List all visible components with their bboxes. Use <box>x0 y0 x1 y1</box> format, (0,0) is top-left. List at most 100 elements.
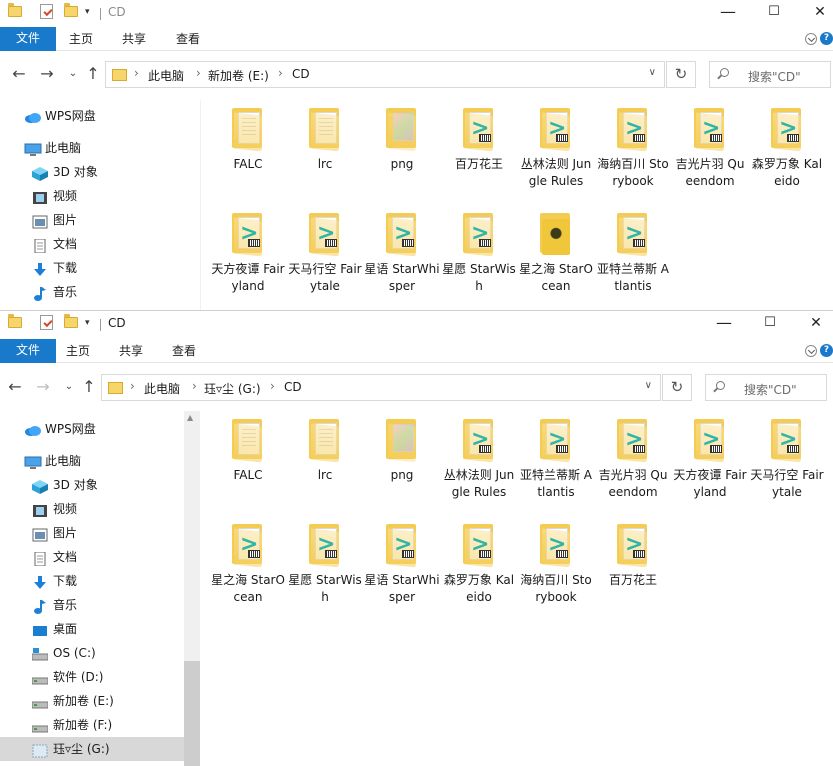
breadcrumb-drive[interactable]: 新加卷 (E:) <box>208 67 269 84</box>
list-item[interactable]: > 星之海 StarOcean <box>210 524 286 606</box>
forward-button[interactable]: → <box>34 377 52 397</box>
list-item[interactable]: png <box>364 419 440 484</box>
new-folder-icon[interactable] <box>64 314 78 328</box>
tab-home[interactable]: 主页 <box>69 27 93 51</box>
new-folder-icon[interactable] <box>64 3 78 17</box>
refresh-button[interactable]: ↻ <box>662 374 692 401</box>
list-item[interactable]: > 星愿 StarWish <box>441 213 517 295</box>
minimize-button[interactable]: — <box>705 0 751 25</box>
list-item[interactable]: > 星语 StarWhisper <box>364 213 440 295</box>
scrollbar-thumb[interactable] <box>184 661 200 766</box>
tab-home[interactable]: 主页 <box>66 339 90 363</box>
up-button[interactable]: ↑ <box>80 377 98 397</box>
recent-locations-icon[interactable]: ⌄ <box>60 377 78 397</box>
recent-locations-icon[interactable]: ⌄ <box>64 64 82 84</box>
list-item[interactable]: lrc <box>287 108 363 173</box>
sidebar-item-2[interactable]: 3D 对象 <box>0 473 184 497</box>
maximize-button[interactable]: ☐ <box>747 311 793 336</box>
chevron-down-icon[interactable]: ∨ <box>645 380 652 391</box>
list-item[interactable]: > 亚特兰蒂斯 Atlantis <box>595 213 671 295</box>
sidebar-item-9[interactable]: OS (C:) <box>0 641 184 665</box>
help-icon[interactable]: ? <box>820 32 833 45</box>
sidebar-item-3[interactable]: 视频 <box>0 184 184 208</box>
sidebar-item-5[interactable]: 文档 <box>0 545 184 569</box>
scroll-up-icon[interactable]: ▲ <box>187 413 193 422</box>
tab-share[interactable]: 共享 <box>119 339 143 363</box>
list-item[interactable]: > 天方夜谭 Fairyland <box>672 419 748 501</box>
back-button[interactable]: ← <box>6 377 24 397</box>
sidebar-item-3[interactable]: 视频 <box>0 497 184 521</box>
close-button[interactable]: ✕ <box>797 0 833 25</box>
sidebar-item-12[interactable]: 新加卷 (F:) <box>0 713 184 737</box>
sidebar-item-0[interactable]: WPS网盘 <box>0 417 184 441</box>
sidebar-item-8[interactable]: 桌面 <box>0 617 184 641</box>
address-bar[interactable]: › 此电脑 › 珏▿尘 (G:) › CD ∨ <box>101 374 661 401</box>
list-item[interactable]: 星之海 StarOcean <box>518 213 594 295</box>
list-item[interactable]: > 天马行空 Fairytale <box>287 213 363 295</box>
folder-icon: > <box>615 213 651 257</box>
list-item[interactable]: > 丛林法则 Jungle Rules <box>518 108 594 190</box>
ribbon-expand-icon[interactable] <box>805 345 817 357</box>
breadcrumb-this-pc[interactable]: 此电脑 <box>148 67 184 84</box>
tab-share[interactable]: 共享 <box>122 27 146 51</box>
list-item[interactable]: > 星语 StarWhisper <box>364 524 440 606</box>
list-item[interactable]: > 天马行空 Fairytale <box>749 419 825 501</box>
sidebar-item-1[interactable]: 此电脑 <box>0 136 184 160</box>
sidebar-item-6[interactable]: 下载 <box>0 569 184 593</box>
back-button[interactable]: ← <box>10 64 28 84</box>
up-button[interactable]: ↑ <box>84 64 102 84</box>
sidebar-item-11[interactable]: 新加卷 (E:) <box>0 689 184 713</box>
list-item[interactable]: > 森罗万象 Kaleido <box>441 524 517 606</box>
list-item[interactable]: > 海纳百川 Storybook <box>595 108 671 190</box>
chevron-down-icon[interactable]: ∨ <box>649 67 656 78</box>
sidebar-item-7[interactable]: 音乐 <box>0 593 184 617</box>
list-item[interactable]: lrc <box>287 419 363 484</box>
breadcrumb-this-pc[interactable]: 此电脑 <box>144 380 180 397</box>
sidebar-item-4[interactable]: 图片 <box>0 521 184 545</box>
list-item[interactable]: > 吉光片羽 Queendom <box>672 108 748 190</box>
maximize-button[interactable]: ☐ <box>751 0 797 25</box>
list-item[interactable]: > 天方夜谭 Fairyland <box>210 213 286 295</box>
properties-icon[interactable] <box>40 315 53 330</box>
address-bar[interactable]: › 此电脑 › 新加卷 (E:) › CD ∨ <box>105 61 665 88</box>
breadcrumb-cd[interactable]: CD <box>292 67 310 81</box>
search-input[interactable]: 搜索"CD" <box>705 374 827 401</box>
sidebar-item-0[interactable]: WPS网盘 <box>0 104 184 128</box>
list-item[interactable]: FALC <box>210 108 286 173</box>
sidebar-item-13[interactable]: 珏▿尘 (G:) <box>0 737 184 761</box>
properties-icon[interactable] <box>40 4 53 19</box>
forward-button[interactable]: → <box>38 64 56 84</box>
chevron-down-icon[interactable]: ▾ <box>85 7 90 17</box>
breadcrumb-cd[interactable]: CD <box>284 380 302 394</box>
sidebar-scrollbar[interactable]: ▲ <box>184 411 200 766</box>
list-item[interactable]: > 亚特兰蒂斯 Atlantis <box>518 419 594 501</box>
list-item[interactable]: > 吉光片羽 Queendom <box>595 419 671 501</box>
sidebar-item-10[interactable]: 软件 (D:) <box>0 665 184 689</box>
list-item[interactable]: > 海纳百川 Storybook <box>518 524 594 606</box>
list-item[interactable]: > 森罗万象 Kaleido <box>749 108 825 190</box>
sidebar-item-2[interactable]: 3D 对象 <box>0 160 184 184</box>
list-item[interactable]: > 星愿 StarWish <box>287 524 363 606</box>
sidebar-item-4[interactable]: 图片 <box>0 208 184 232</box>
chevron-down-icon[interactable]: ▾ <box>85 318 90 328</box>
close-button[interactable]: ✕ <box>793 311 833 336</box>
breadcrumb-drive[interactable]: 珏▿尘 (G:) <box>204 380 261 397</box>
list-item[interactable]: > 丛林法则 Jungle Rules <box>441 419 517 501</box>
ribbon-expand-icon[interactable] <box>805 33 817 45</box>
list-item[interactable]: > 百万花王 <box>441 108 517 173</box>
list-item[interactable]: png <box>364 108 440 173</box>
sidebar-item-1[interactable]: 此电脑 <box>0 449 184 473</box>
help-icon[interactable]: ? <box>820 344 833 357</box>
list-item[interactable]: > 百万花王 <box>595 524 671 589</box>
search-input[interactable]: 搜索"CD" <box>709 61 831 88</box>
tab-view[interactable]: 查看 <box>172 339 196 363</box>
list-item[interactable]: FALC <box>210 419 286 484</box>
sidebar-item-6[interactable]: 下载 <box>0 256 184 280</box>
sidebar-item-5[interactable]: 文档 <box>0 232 184 256</box>
refresh-button[interactable]: ↻ <box>666 61 696 88</box>
sidebar-item-7[interactable]: 音乐 <box>0 280 184 304</box>
tab-file[interactable]: 文件 <box>0 339 56 363</box>
tab-view[interactable]: 查看 <box>176 27 200 51</box>
tab-file[interactable]: 文件 <box>0 27 56 51</box>
minimize-button[interactable]: — <box>701 311 747 336</box>
